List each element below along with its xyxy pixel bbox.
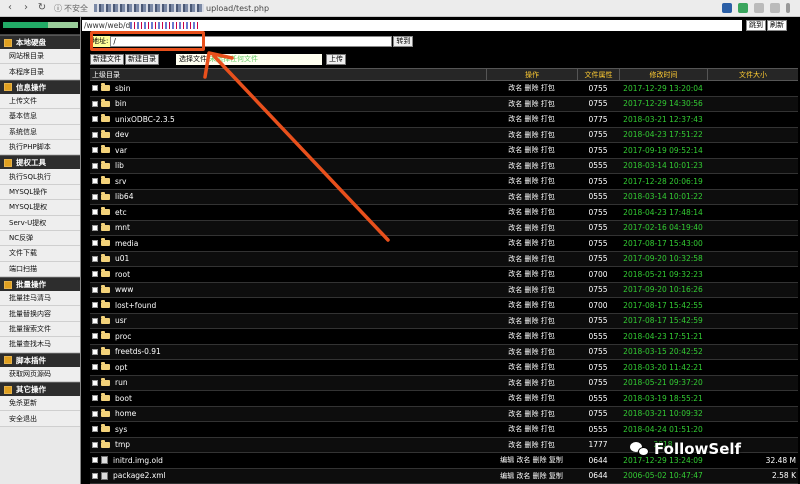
- wechat-icon: [630, 441, 650, 457]
- watermark: FollowSelf: [630, 440, 741, 458]
- watermark-text: FollowSelf: [654, 440, 742, 458]
- arrow-annotation: [203, 51, 390, 242]
